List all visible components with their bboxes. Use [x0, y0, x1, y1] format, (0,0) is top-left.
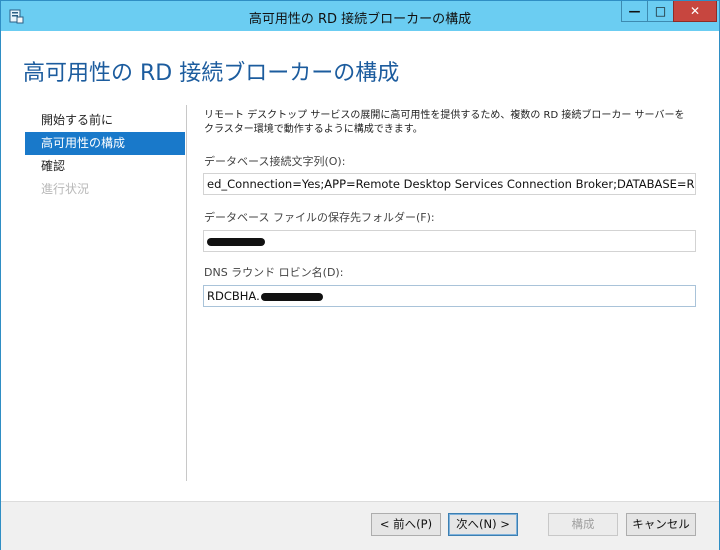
db-connection-value: ed_Connection=Yes;APP=Remote Desktop Ser… — [207, 177, 696, 191]
wizard-window: 高可用性の RD 接続ブローカーの構成 — □ ✕ 高可用性の RD 接続ブロー… — [0, 0, 720, 550]
back-button[interactable]: < 前へ(P) — [371, 513, 441, 536]
db-connection-label: データベース接続文字列(O): — [204, 155, 346, 168]
dns-name-label: DNS ラウンド ロビン名(D): — [204, 266, 344, 279]
db-folder-label: データベース ファイルの保存先フォルダー(F): — [204, 211, 435, 224]
nav-item-progress: 進行状況 — [41, 182, 90, 196]
minimize-button[interactable]: — — [621, 1, 648, 22]
redaction-mark — [207, 237, 265, 246]
title-bar[interactable]: 高可用性の RD 接続ブローカーの構成 — □ ✕ — [1, 1, 719, 31]
page-heading: 高可用性の RD 接続ブローカーの構成 — [23, 61, 400, 86]
nav-item-before-you-begin[interactable]: 開始する前に — [25, 109, 185, 132]
configure-button: 構成 — [548, 513, 618, 536]
db-connection-input[interactable]: ed_Connection=Yes;APP=Remote Desktop Ser… — [203, 173, 696, 195]
redaction-mark — [260, 292, 323, 301]
db-folder-input[interactable] — [203, 230, 696, 252]
next-button[interactable]: 次へ(N) > — [448, 513, 518, 536]
button-bar: < 前へ(P) 次へ(N) > 構成 キャンセル — [1, 501, 719, 550]
nav-item-ha-config[interactable]: 高可用性の構成 — [25, 132, 185, 155]
dns-name-value: RDCBHA. — [207, 289, 260, 303]
cancel-button[interactable]: キャンセル — [626, 513, 696, 536]
dns-name-input[interactable]: RDCBHA. — [203, 285, 696, 307]
close-button[interactable]: ✕ — [673, 1, 717, 22]
maximize-button[interactable]: □ — [647, 1, 674, 22]
window-title: 高可用性の RD 接続ブローカーの構成 — [248, 12, 472, 27]
nav-item-confirm[interactable]: 確認 — [25, 155, 185, 178]
wizard-nav: 開始する前に 高可用性の構成 確認 進行状況 — [25, 109, 185, 201]
description-text: リモート デスクトップ サービスの展開に高可用性を提供するため、複数の RD 接… — [204, 110, 685, 135]
nav-divider — [186, 105, 187, 481]
